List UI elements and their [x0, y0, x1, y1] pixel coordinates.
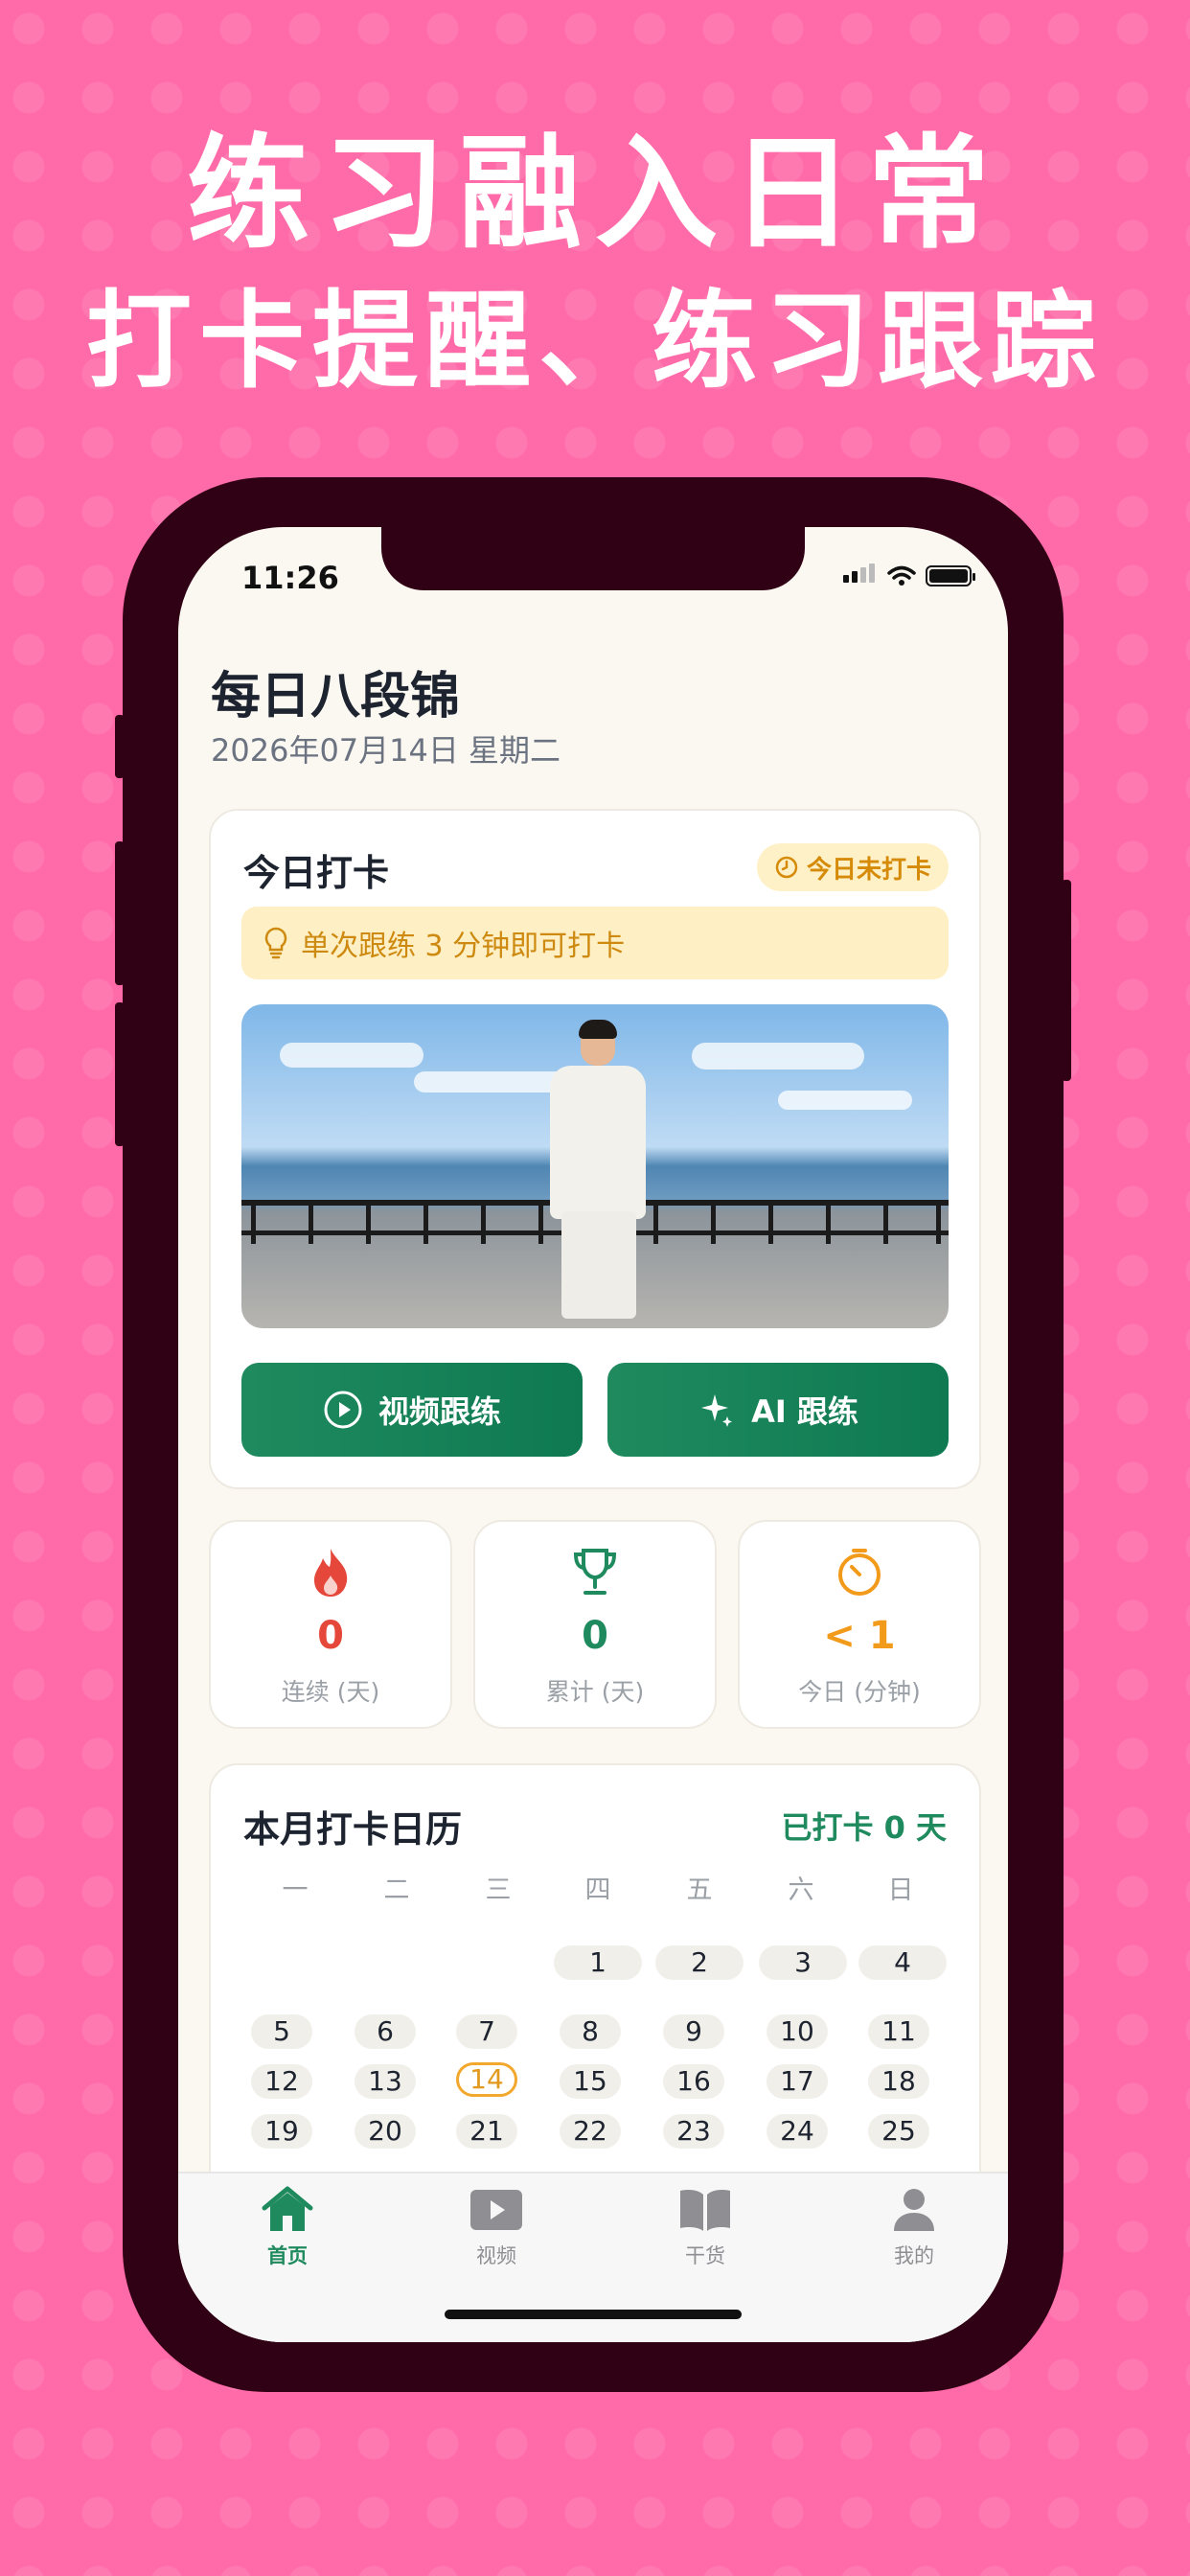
battery-icon — [926, 565, 975, 586]
stat-streak-label: 连续 (天) — [281, 1678, 380, 1706]
page-date: 2026年07月14日 星期二 — [211, 732, 561, 769]
volume-up-button — [115, 841, 125, 985]
page-title: 每日八段锦 — [211, 668, 461, 725]
clock-icon — [775, 856, 798, 879]
promo-subheadline: 打卡提醒、练习跟踪 — [86, 280, 1104, 402]
calendar-day[interactable]: 25 — [868, 2114, 929, 2149]
app-screen: 11:26 每日八段锦 2026年07月14日 星期二 今日打卡 今日未打卡 单… — [178, 527, 1008, 2342]
sparkle-icon — [701, 1394, 733, 1427]
tab-video-label: 视频 — [476, 2244, 516, 2267]
weekday-label: 六 — [788, 1875, 814, 1905]
weekday-label: 四 — [584, 1875, 611, 1905]
trophy-icon — [573, 1549, 617, 1595]
checkin-card: 今日打卡 今日未打卡 单次跟练 3 分钟即可打卡 视频跟练 AI 跟练 — [209, 809, 981, 1489]
checkin-status-badge: 今日未打卡 — [756, 843, 949, 891]
volume-down-button — [115, 1002, 125, 1146]
weekday-label: 三 — [485, 1875, 512, 1905]
status-icons — [843, 564, 975, 586]
tip-text: 单次跟练 3 分钟即可打卡 — [301, 930, 626, 963]
signal-icon — [843, 564, 878, 586]
calendar-day[interactable]: 19 — [251, 2114, 312, 2149]
calendar-day[interactable]: 24 — [767, 2114, 828, 2149]
calendar-day[interactable]: 7 — [456, 2014, 517, 2049]
tab-video[interactable]: 视频 — [439, 2183, 554, 2279]
stat-total-label: 累计 (天) — [545, 1678, 645, 1706]
flame-icon — [314, 1549, 348, 1597]
calendar-weekdays: 一 二 三 四 五 六 日 — [211, 1869, 979, 1907]
tab-home[interactable]: 首页 — [230, 2183, 345, 2279]
promo-headline: 练习融入日常 — [186, 123, 1003, 265]
weekday-label: 日 — [887, 1875, 914, 1905]
mute-switch — [115, 715, 125, 778]
tab-home-label: 首页 — [267, 2244, 308, 2267]
video-icon — [470, 2190, 522, 2230]
timer-icon — [838, 1549, 881, 1596]
home-icon — [262, 2186, 313, 2231]
calendar-day[interactable]: 15 — [560, 2064, 621, 2099]
stat-streak-value: 0 — [317, 1614, 344, 1658]
checkin-status-text: 今日未打卡 — [806, 855, 931, 885]
profile-icon — [894, 2189, 934, 2231]
weekday-label: 一 — [282, 1875, 309, 1905]
calendar-day[interactable]: 8 — [560, 2014, 621, 2049]
home-indicator[interactable] — [445, 2310, 742, 2319]
tab-profile-label: 我的 — [894, 2244, 934, 2267]
calendar-day[interactable]: 6 — [355, 2014, 416, 2049]
calendar-day[interactable]: 18 — [868, 2064, 929, 2099]
calendar-day[interactable]: 2 — [655, 1945, 744, 1980]
calendar-day-today[interactable]: 14 — [456, 2062, 517, 2097]
tip-banner: 单次跟练 3 分钟即可打卡 — [241, 907, 949, 979]
calendar-day[interactable]: 4 — [858, 1945, 947, 1980]
calendar-day[interactable]: 20 — [355, 2114, 416, 2149]
calendar-day[interactable]: 5 — [251, 2014, 312, 2049]
video-practice-label: 视频跟练 — [378, 1393, 501, 1430]
play-circle-icon — [324, 1391, 362, 1429]
stat-total-value: 0 — [582, 1614, 608, 1658]
calendar-day[interactable]: 10 — [767, 2014, 828, 2049]
book-icon — [680, 2190, 730, 2231]
calendar-day[interactable]: 23 — [663, 2114, 724, 2149]
calendar-title: 本月打卡日历 — [243, 1808, 463, 1851]
status-time: 11:26 — [241, 560, 339, 596]
calendar-day[interactable]: 3 — [759, 1945, 847, 1980]
stat-streak: 0 连续 (天) — [209, 1520, 452, 1729]
stat-today: < 1 今日 (分钟) — [738, 1520, 981, 1729]
calendar-day[interactable]: 22 — [560, 2114, 621, 2149]
calendar-status: 已打卡 0 天 — [781, 1809, 947, 1846]
practice-hero-image[interactable] — [241, 1004, 949, 1328]
calendar-day[interactable]: 17 — [767, 2064, 828, 2099]
calendar-day[interactable]: 13 — [355, 2064, 416, 2099]
stat-today-label: 今日 (分钟) — [798, 1678, 921, 1706]
weekday-label: 五 — [686, 1875, 713, 1905]
calendar-day[interactable]: 1 — [554, 1945, 642, 1980]
weekday-label: 二 — [383, 1875, 410, 1905]
stat-today-value: < 1 — [823, 1614, 896, 1658]
video-practice-button[interactable]: 视频跟练 — [241, 1363, 583, 1457]
calendar-day[interactable]: 11 — [868, 2014, 929, 2049]
ai-practice-button[interactable]: AI 跟练 — [607, 1363, 949, 1457]
tab-tips[interactable]: 干货 — [648, 2183, 763, 2279]
phone-frame: 11:26 每日八段锦 2026年07月14日 星期二 今日打卡 今日未打卡 单… — [115, 477, 1071, 2392]
notch — [381, 527, 805, 590]
stat-total: 0 累计 (天) — [473, 1520, 717, 1729]
ai-practice-label: AI 跟练 — [751, 1393, 858, 1430]
checkin-title: 今日打卡 — [243, 852, 390, 894]
tab-tips-label: 干货 — [685, 2244, 725, 2267]
lightbulb-icon — [264, 927, 287, 959]
calendar-day[interactable]: 12 — [251, 2064, 312, 2099]
calendar-day[interactable]: 16 — [663, 2064, 724, 2099]
wifi-icon — [887, 565, 916, 586]
power-button — [1062, 880, 1071, 1081]
calendar-day[interactable]: 9 — [663, 2014, 724, 2049]
calendar-day[interactable]: 21 — [456, 2114, 517, 2149]
tab-profile[interactable]: 我的 — [857, 2183, 972, 2279]
